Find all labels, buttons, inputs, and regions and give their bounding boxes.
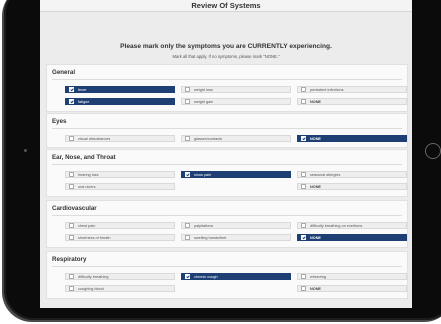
checkbox-icon — [301, 223, 306, 228]
option-label: palpitations — [194, 224, 214, 228]
option-palpitations[interactable]: palpitations — [181, 222, 291, 229]
option-label: oral ulcers — [78, 185, 96, 189]
checkbox-icon — [301, 274, 306, 279]
option-glasses-contacts[interactable]: glasses/contacts — [181, 135, 291, 142]
section-divider — [52, 128, 402, 129]
option-weight-loss[interactable]: weight loss — [181, 86, 291, 93]
option-label: wheezing — [310, 275, 327, 279]
section-title: General — [52, 69, 76, 76]
option-fatigue[interactable]: fatigue — [65, 98, 175, 105]
checkbox-icon — [69, 223, 74, 228]
option-label: weight gain — [194, 100, 214, 104]
checkbox-icon — [301, 87, 306, 92]
checkbox-icon — [301, 184, 306, 189]
camera-icon — [24, 149, 27, 152]
app-screen: Review Of Systems Please mark only the s… — [40, 0, 412, 308]
option-difficulty-breathing-exertion[interactable]: difficulty breathing on exertions — [297, 222, 407, 229]
checkbox-icon — [301, 136, 306, 141]
option-label: fatigue — [78, 100, 90, 104]
option-label: chronic cough — [194, 275, 218, 279]
option-label: difficulty breathing — [78, 275, 109, 279]
section-title: Respiratory — [52, 256, 87, 263]
option-label: swelling hands/feet — [194, 236, 227, 240]
instructions-main: Please mark only the symptoms you are CU… — [120, 43, 332, 50]
option-hearing-loss[interactable]: hearing loss — [65, 171, 175, 178]
section-title: Cardiovascular — [52, 205, 97, 212]
checkbox-icon — [301, 99, 306, 104]
option-label: seasonal allergies — [310, 173, 341, 177]
option-none-cardiovascular[interactable]: NONE — [297, 234, 407, 241]
option-label: fever — [78, 88, 87, 92]
option-chronic-cough[interactable]: chronic cough — [181, 273, 291, 280]
option-oral-ulcers[interactable]: oral ulcers — [65, 183, 175, 190]
checkbox-icon — [69, 235, 74, 240]
checkbox-icon — [69, 99, 74, 104]
section-divider — [52, 164, 402, 165]
option-label: NONE — [310, 236, 321, 240]
checkbox-icon — [301, 172, 306, 177]
section-respiratory: Respiratory difficulty breathing chronic… — [46, 251, 408, 299]
checkbox-icon — [185, 274, 190, 279]
option-sinus-pain[interactable]: sinus pain — [181, 171, 291, 178]
checkbox-icon — [69, 274, 74, 279]
option-label: hearing loss — [78, 173, 99, 177]
checkbox-icon — [69, 286, 74, 291]
option-label: coughing blood — [78, 287, 104, 291]
option-label: glasses/contacts — [194, 137, 223, 141]
option-label: NONE — [310, 185, 321, 189]
section-title: Ear, Nose, and Throat — [52, 154, 116, 161]
option-label: weight loss — [194, 88, 213, 92]
option-fever[interactable]: fever — [65, 86, 175, 93]
option-seasonal-allergies[interactable]: seasonal allergies — [297, 171, 407, 178]
instructions-sub: Mark all that apply. If no symptoms, ple… — [172, 54, 280, 59]
checkbox-icon — [185, 235, 190, 240]
option-shortness-of-breath[interactable]: shortness of breath — [65, 234, 175, 241]
option-none-eyes[interactable]: NONE — [297, 135, 407, 142]
option-swelling-hands-feet[interactable]: swelling hands/feet — [181, 234, 291, 241]
option-label: persistent infections — [310, 88, 344, 92]
checkbox-icon — [185, 223, 190, 228]
home-button[interactable] — [425, 143, 441, 159]
option-none-respiratory[interactable]: NONE — [297, 285, 407, 292]
option-wheezing[interactable]: wheezing — [297, 273, 407, 280]
option-weight-gain[interactable]: weight gain — [181, 98, 291, 105]
option-none-general[interactable]: NONE — [297, 98, 407, 105]
section-title: Eyes — [52, 118, 67, 125]
option-none-ent[interactable]: NONE — [297, 183, 407, 190]
checkbox-icon — [301, 235, 306, 240]
option-visual-disturbances[interactable]: visual disturbances — [65, 135, 175, 142]
section-ent: Ear, Nose, and Throat hearing loss sinus… — [46, 149, 408, 197]
section-cardiovascular: Cardiovascular chest pain palpitations d… — [46, 200, 408, 248]
checkbox-icon — [69, 184, 74, 189]
section-eyes: Eyes visual disturbances glasses/contact… — [46, 113, 408, 148]
option-label: visual disturbances — [78, 137, 111, 141]
checkbox-icon — [185, 99, 190, 104]
checkbox-icon — [69, 136, 74, 141]
checkbox-icon — [69, 172, 74, 177]
checkbox-icon — [185, 87, 190, 92]
option-chest-pain[interactable]: chest pain — [65, 222, 175, 229]
option-label: chest pain — [78, 224, 96, 228]
option-label: NONE — [310, 100, 321, 104]
checkbox-icon — [301, 286, 306, 291]
section-divider — [52, 266, 402, 267]
option-label: sinus pain — [194, 173, 212, 177]
checkbox-icon — [185, 172, 190, 177]
section-divider — [52, 215, 402, 216]
option-label: NONE — [310, 287, 321, 291]
option-label: difficulty breathing on exertions — [310, 224, 363, 228]
option-label: NONE — [310, 137, 321, 141]
checkbox-icon — [185, 136, 190, 141]
option-label: shortness of breath — [78, 236, 111, 240]
option-persistent-infections[interactable]: persistent infections — [297, 86, 407, 93]
checkbox-icon — [69, 87, 74, 92]
option-coughing-blood[interactable]: coughing blood — [65, 285, 175, 292]
section-general: General fever weight loss persistent inf… — [46, 64, 408, 112]
section-divider — [52, 79, 402, 80]
page-title: Review Of Systems — [40, 0, 412, 12]
option-difficulty-breathing[interactable]: difficulty breathing — [65, 273, 175, 280]
